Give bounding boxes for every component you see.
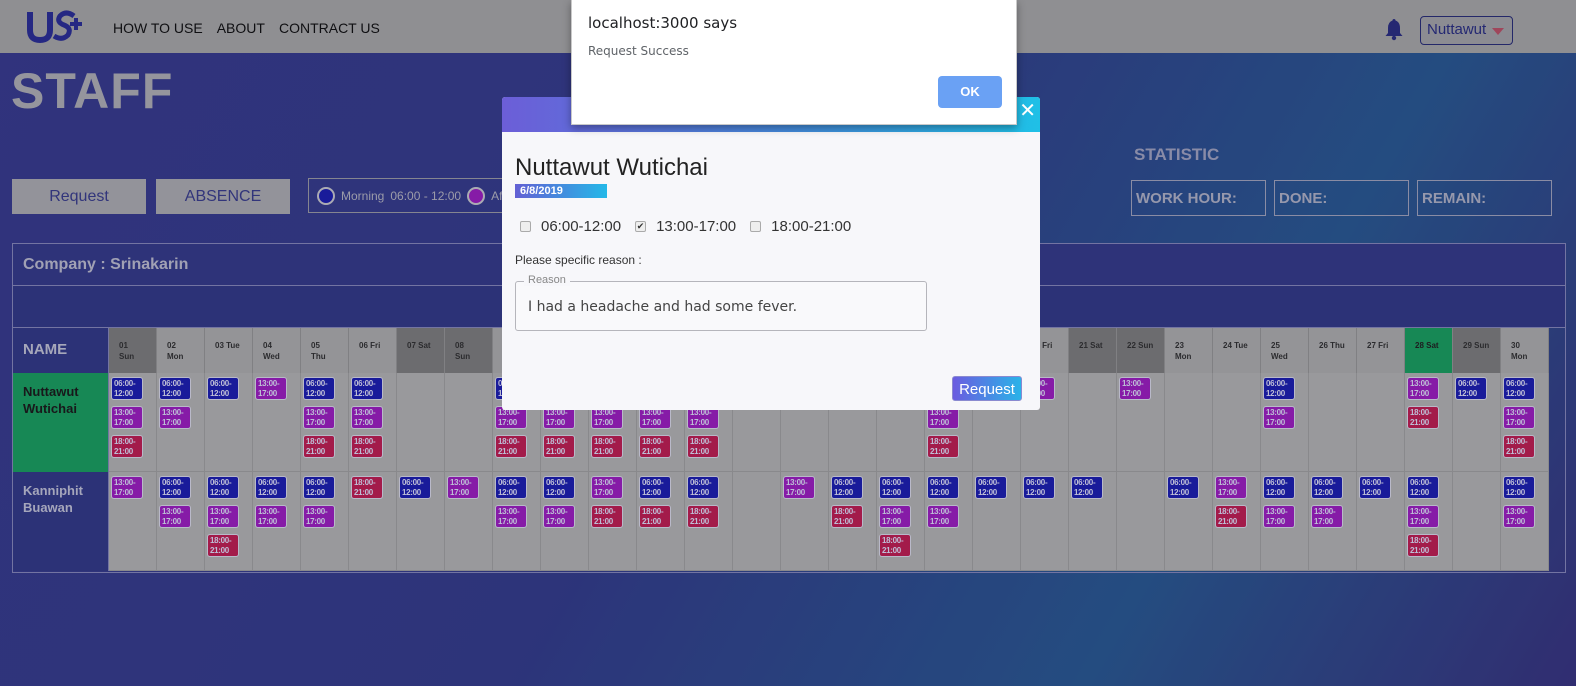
shift-label: 13:00-17:00: [656, 218, 737, 235]
shift-option-morning[interactable]: 06:00-12:00: [520, 218, 621, 235]
shift-label: 18:00-21:00: [771, 218, 852, 235]
reason-field[interactable]: Reason I had a headache and had some fev…: [515, 274, 927, 331]
reason-field-value[interactable]: I had a headache and had some fever.: [528, 299, 797, 315]
modal-staff-name: Nuttawut Wutichai: [515, 154, 708, 181]
alert-message: Request Success: [588, 44, 689, 58]
alert-title: localhost:3000 says: [588, 14, 738, 32]
modal-date-badge: 6/8/2019: [515, 184, 607, 198]
checkbox-afternoon[interactable]: ✔: [635, 221, 647, 232]
shift-label: 06:00-12:00: [541, 218, 622, 235]
shift-option-evening[interactable]: 18:00-21:00: [750, 218, 851, 235]
close-icon[interactable]: ✕: [1019, 98, 1036, 123]
request-modal: ✕ Nuttawut Wutichai 6/8/2019 06:00-12:00…: [502, 97, 1040, 410]
browser-alert-dialog: localhost:3000 says Request Success OK: [571, 0, 1017, 125]
shift-options: 06:00-12:00 ✔ 13:00-17:00 18:00-21:00: [520, 218, 851, 235]
reason-field-label: Reason: [524, 274, 570, 286]
submit-request-button[interactable]: Request: [952, 376, 1022, 401]
checkbox-evening[interactable]: [750, 221, 762, 232]
alert-ok-button[interactable]: OK: [938, 76, 1002, 108]
reason-hint: Please specific reason :: [515, 253, 642, 267]
checkbox-morning[interactable]: [520, 221, 531, 232]
shift-option-afternoon[interactable]: ✔ 13:00-17:00: [635, 218, 736, 235]
